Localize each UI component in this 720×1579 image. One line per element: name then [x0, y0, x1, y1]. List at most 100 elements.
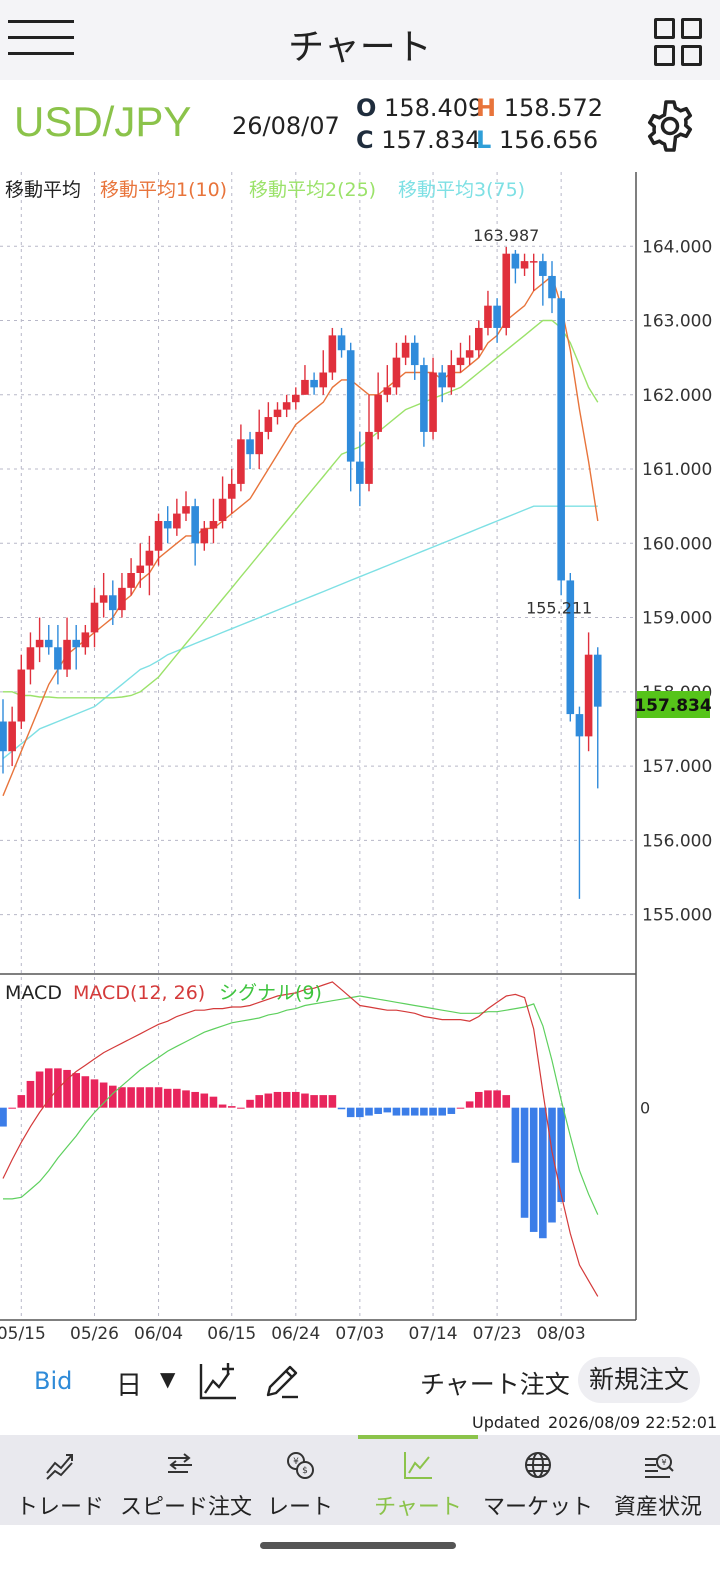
- chart-area[interactable]: 164.000 163.000 162.000 161.000 160.000 159.0…: [0, 172, 720, 1357]
- candle-body: [584, 654, 593, 737]
- candle-body: [264, 417, 273, 432]
- page-title: チャート: [288, 27, 432, 68]
- ma1-line: [2, 274, 599, 797]
- candle-body: [493, 305, 501, 328]
- legend-ma2: 移動平均2(25): [249, 179, 376, 201]
- candle-body: [26, 647, 35, 670]
- date-tick-label: 07/23: [473, 1324, 522, 1344]
- price-tick-label: 155.000: [642, 906, 712, 926]
- macd-histogram-bar: [182, 1090, 190, 1108]
- price-chart[interactable]: 164.000 163.000 162.000 161.000 160.000 159.0…: [0, 172, 720, 1357]
- last-price-label: 157.834: [634, 696, 712, 716]
- macd-histogram-bar: [292, 1091, 300, 1108]
- bottom-tab-bar: トレード スピード注文 ¥ $ レート チャート マーケット ¥ 資産状況: [0, 1435, 720, 1525]
- candle-body: [475, 327, 483, 351]
- macd-histogram-bar: [356, 1107, 364, 1118]
- macd-histogram-bar: [511, 1107, 520, 1163]
- legend-ma3: 移動平均3(75): [398, 179, 525, 201]
- legend-macd-main: MACD: [5, 982, 62, 1004]
- macd-histogram-bar: [246, 1099, 254, 1108]
- candle-body: [218, 498, 227, 522]
- date-tick-label: 06/24: [271, 1324, 320, 1344]
- candle-body: [109, 595, 117, 611]
- candle-body: [337, 335, 346, 351]
- chart-toolbar: Bid 日 ▼ チャート注文 新規注文: [0, 1357, 720, 1413]
- macd-histogram-bar: [218, 1104, 227, 1108]
- period-select[interactable]: 日: [116, 1365, 142, 1402]
- macd-zero-label: 0: [640, 1099, 650, 1118]
- macd-histogram-bar: [35, 1071, 44, 1108]
- date-tick-label: 05/26: [70, 1324, 119, 1344]
- macd-histogram-bar: [502, 1095, 511, 1108]
- macd-histogram-bar: [227, 1106, 236, 1108]
- price-tick-label: 156.000: [642, 831, 712, 851]
- candle-body: [72, 639, 80, 648]
- macd-histogram-bar: [237, 1107, 245, 1109]
- tab-label: マーケット: [482, 1495, 593, 1520]
- settings-gear-icon[interactable]: [642, 98, 698, 154]
- macd-histogram-bar: [173, 1088, 181, 1108]
- close-value: C 157.834: [356, 126, 481, 154]
- svg-text:$: $: [302, 1466, 308, 1476]
- macd-histogram-bar: [529, 1107, 538, 1232]
- add-indicator-icon[interactable]: [198, 1361, 238, 1401]
- price-tick-label: 159.000: [642, 609, 712, 629]
- currency-pair[interactable]: USD/JPY: [14, 98, 191, 146]
- candle-body: [365, 431, 373, 484]
- tab-chart[interactable]: チャート: [358, 1435, 478, 1525]
- tab-assets[interactable]: ¥ 資産状況: [598, 1435, 718, 1525]
- macd-histogram-bar: [136, 1087, 145, 1108]
- candle-body: [383, 387, 392, 395]
- candle-body: [292, 394, 300, 403]
- tab-speed-order[interactable]: スピード注文: [120, 1435, 252, 1525]
- macd-line: [2, 981, 599, 1297]
- candle-body: [227, 483, 236, 499]
- macd-histogram-bar: [337, 1107, 346, 1110]
- svg-text:¥: ¥: [661, 1458, 666, 1467]
- candle-body: [420, 365, 428, 432]
- candle-body: [356, 461, 364, 484]
- candle-body: [44, 639, 53, 648]
- tab-label: チャート: [374, 1495, 462, 1520]
- macd-histogram-bar: [26, 1080, 35, 1108]
- candle-body: [438, 372, 446, 388]
- new-order-button[interactable]: 新規注文: [578, 1357, 700, 1403]
- candle-body: [502, 253, 511, 328]
- price-tick-label: 163.000: [642, 312, 712, 332]
- candle-body: [81, 632, 90, 648]
- price-tick-label: 161.000: [642, 460, 712, 480]
- candle-body: [99, 595, 108, 603]
- tab-rate[interactable]: ¥ $ レート: [240, 1435, 360, 1525]
- legend-signal: シグナル(9): [219, 982, 322, 1004]
- candle-body: [0, 721, 7, 752]
- macd-histogram-bar: [410, 1107, 419, 1116]
- home-indicator: [260, 1542, 456, 1549]
- tab-label: 資産状況: [613, 1495, 702, 1520]
- draw-pen-icon[interactable]: [262, 1361, 302, 1401]
- macd-histogram-bar: [127, 1087, 135, 1108]
- tab-market[interactable]: マーケット: [478, 1435, 598, 1525]
- candle-body: [246, 439, 254, 455]
- candle-body: [557, 298, 565, 581]
- legend-main: 移動平均: [5, 179, 81, 201]
- candle-body: [575, 714, 584, 737]
- macd-histogram-bar: [429, 1107, 437, 1116]
- macd-histogram-bar: [200, 1093, 209, 1108]
- dropdown-arrow-icon[interactable]: ▼: [160, 1367, 175, 1391]
- date-tick-label: 08/03: [537, 1324, 586, 1344]
- chart-order-button[interactable]: チャート注文: [420, 1365, 570, 1401]
- chart-icon: [404, 1452, 432, 1479]
- tab-label: レート: [266, 1495, 333, 1520]
- macd-histogram-bar: [145, 1087, 154, 1108]
- layout-grid-icon[interactable]: [654, 18, 702, 66]
- assets-icon: ¥: [645, 1454, 674, 1478]
- open-value: O 158.409: [356, 94, 484, 122]
- macd-histogram-bar: [191, 1091, 199, 1108]
- candle-body: [191, 506, 199, 544]
- candle-body: [456, 357, 465, 366]
- tab-trade[interactable]: トレード: [0, 1435, 120, 1525]
- macd-histogram-bar: [374, 1107, 382, 1114]
- candle-body: [593, 654, 602, 707]
- bid-toggle[interactable]: Bid: [34, 1367, 72, 1395]
- high-value: H 158.572: [476, 94, 603, 122]
